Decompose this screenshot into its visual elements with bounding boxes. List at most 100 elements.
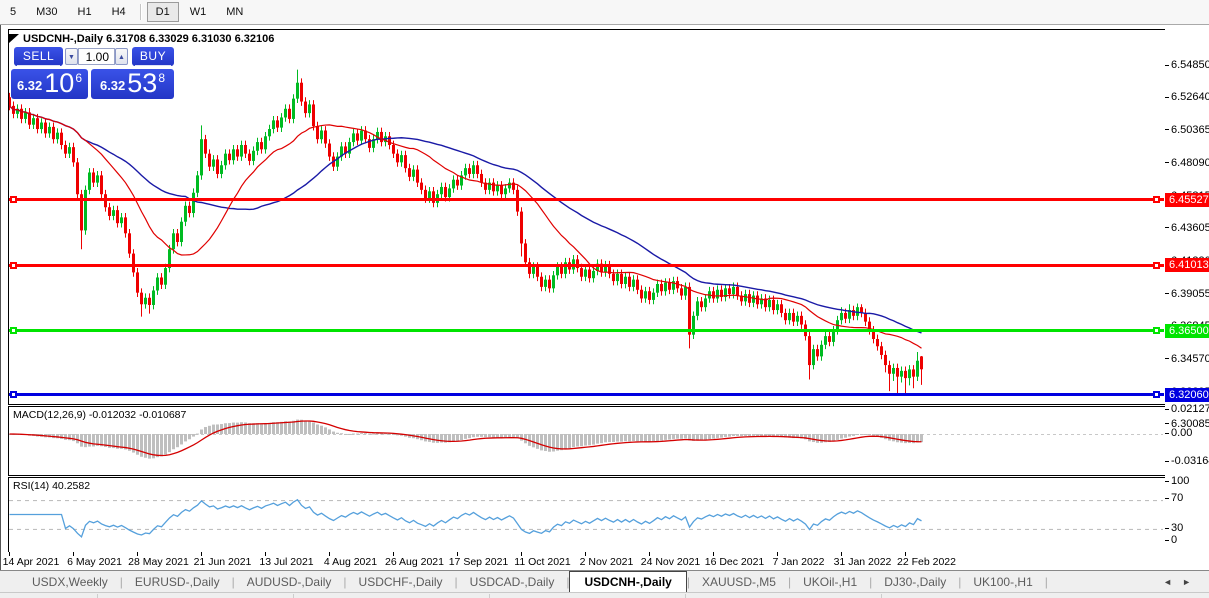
- buy-price-big: 53: [127, 70, 157, 96]
- date-label: 17 Sep 2021: [449, 556, 509, 568]
- date-label: 24 Nov 2021: [641, 556, 701, 568]
- rsi-scale-label: 0: [1171, 534, 1177, 546]
- hline-right-marker[interactable]: [1153, 327, 1160, 334]
- rsi-scale-label: 100: [1171, 475, 1189, 487]
- timeframe-button-m30[interactable]: M30: [27, 2, 66, 22]
- timeframe-button-d1[interactable]: D1: [147, 2, 179, 22]
- hline-right-marker[interactable]: [1153, 391, 1160, 398]
- date-label: 4 Aug 2021: [324, 556, 377, 568]
- date-label: 7 Jan 2022: [773, 556, 825, 568]
- price-tick-label: 6.50365: [1171, 124, 1209, 136]
- price-tick-dash: [1165, 97, 1169, 98]
- hline-right-marker[interactable]: [1153, 196, 1160, 203]
- macd-scale-label: 0.00: [1171, 427, 1192, 439]
- date-label: 16 Dec 2021: [705, 556, 765, 568]
- price-tick-label: 6.39055: [1171, 288, 1209, 300]
- macd-scale-label: -0.031644: [1171, 455, 1209, 467]
- price-tick-dash: [1165, 162, 1169, 163]
- hline-left-marker[interactable]: [10, 327, 17, 334]
- timeframe-toolbar: 5M30H1H4 D1W1MN: [0, 0, 1209, 25]
- price-badge-6.45527: 6.45527: [1165, 193, 1209, 207]
- horizontal-line-6.41013[interactable]: [9, 264, 1164, 267]
- status-bar: [0, 592, 1209, 598]
- chart-tab-usdcad-daily[interactable]: USDCAD-,Daily: [458, 572, 567, 592]
- date-label: 14 Apr 2021: [3, 556, 60, 568]
- sell-price-prefix: 6.32: [17, 76, 42, 96]
- tab-separator: |: [1045, 575, 1048, 592]
- price-tick-dash: [1165, 423, 1169, 424]
- sell-button[interactable]: SELL: [14, 47, 63, 66]
- macd-tick-dash: [1165, 433, 1169, 434]
- date-label: 22 Feb 2022: [897, 556, 956, 568]
- timeframe-button-h1[interactable]: H1: [69, 2, 101, 22]
- volume-increase-button[interactable]: ▲: [115, 48, 128, 65]
- price-tick-dash: [1165, 65, 1169, 66]
- candlestick-chart[interactable]: [9, 30, 1163, 402]
- date-label: 21 Jun 2021: [194, 556, 252, 568]
- horizontal-line-6.36500[interactable]: [9, 329, 1164, 332]
- rsi-scale-label: 30: [1171, 522, 1183, 534]
- timeframe-button-h4[interactable]: H4: [103, 2, 135, 22]
- buy-button[interactable]: BUY: [132, 47, 174, 66]
- price-badge-6.41013: 6.41013: [1165, 258, 1209, 272]
- chart-tab-eurusd-daily[interactable]: EURUSD-,Daily: [123, 572, 232, 592]
- rsi-scale-label: 70: [1171, 492, 1183, 504]
- timeframe-button-mn[interactable]: MN: [217, 2, 252, 22]
- horizontal-line-6.45527[interactable]: [9, 198, 1164, 201]
- mt4-terminal: 5M30H1H4 D1W1MN MACD(12,26,9) -0.012032 -…: [0, 0, 1209, 598]
- chart-tab-usdx-weekly[interactable]: USDX,Weekly: [20, 572, 120, 592]
- chart-tab-usdcnh-daily[interactable]: USDCNH-,Daily: [569, 571, 686, 592]
- sell-price-sup: 6: [75, 72, 82, 84]
- hline-left-marker[interactable]: [10, 391, 17, 398]
- chart-window: MACD(12,26,9) -0.012032 -0.010687 RSI(14…: [0, 25, 1209, 570]
- chart-tab-xauusd-m5[interactable]: XAUUSD-,M5: [690, 572, 788, 592]
- status-separator: [97, 594, 98, 598]
- status-separator: [881, 594, 882, 598]
- date-label: 2 Nov 2021: [580, 556, 634, 568]
- price-tick-label: 6.52640: [1171, 91, 1209, 103]
- hline-left-marker[interactable]: [10, 262, 17, 269]
- macd-scale-label: 0.021276: [1171, 403, 1209, 415]
- date-label: 6 May 2021: [67, 556, 122, 568]
- toolbar-separator: [140, 4, 142, 20]
- chart-title: USDCNH-,Daily 6.31708 6.33029 6.31030 6.…: [23, 33, 274, 45]
- macd-tick-dash: [1165, 461, 1169, 462]
- price-badge-6.32060: 6.32060: [1165, 388, 1209, 402]
- buy-price-prefix: 6.32: [100, 76, 125, 96]
- chart-tab-ukoil-h1[interactable]: UKOil-,H1: [791, 572, 869, 592]
- sell-underline: [17, 65, 60, 66]
- macd-label: MACD(12,26,9) -0.012032 -0.010687: [13, 409, 186, 421]
- chart-tab-uk100-h1[interactable]: UK100-,H1: [961, 572, 1044, 592]
- buy-price-button[interactable]: 6.32538: [91, 69, 174, 99]
- horizontal-line-6.32060[interactable]: [9, 393, 1164, 396]
- status-separator: [685, 594, 686, 598]
- price-tick-label: 6.43605: [1171, 222, 1209, 234]
- price-tick-dash: [1165, 129, 1169, 130]
- sell-price-button[interactable]: 6.32106: [11, 69, 88, 99]
- date-axis[interactable]: 14 Apr 20216 May 202128 May 202121 Jun 2…: [1, 552, 1165, 570]
- one-click-trading-panel: SELL ▼ 1.00 ▲ BUY 6.32106 6.32538: [10, 44, 178, 102]
- chart-tab-dj30-daily[interactable]: DJ30-,Daily: [872, 572, 958, 592]
- price-tick-dash: [1165, 293, 1169, 294]
- rsi-label: RSI(14) 40.2582: [13, 480, 90, 492]
- volume-input[interactable]: 1.00: [78, 48, 115, 65]
- date-label: 31 Jan 2022: [834, 556, 892, 568]
- volume-decrease-button[interactable]: ▼: [65, 48, 78, 65]
- rsi-panel: RSI(14) 40.2582: [8, 477, 1166, 553]
- chart-tab-bar: USDX,Weekly|EURUSD-,Daily|AUDUSD-,Daily|…: [0, 570, 1209, 592]
- main-chart-panel: [8, 29, 1166, 405]
- price-tick-label: 6.34570: [1171, 353, 1209, 365]
- macd-panel: MACD(12,26,9) -0.012032 -0.010687: [8, 406, 1166, 476]
- price-axis[interactable]: 6.548506.526406.503656.480906.458156.436…: [1165, 25, 1209, 570]
- chart-tab-usdchf-daily[interactable]: USDCHF-,Daily: [347, 572, 455, 592]
- timeframe-button-w1[interactable]: W1: [181, 2, 216, 22]
- tab-scroll-arrows[interactable]: ◄►: [1163, 577, 1201, 587]
- rsi-tick-dash: [1165, 498, 1169, 499]
- chart-arrow-icon: [9, 34, 19, 43]
- timeframe-button-5[interactable]: 5: [1, 2, 25, 22]
- price-tick-label: 6.48090: [1171, 157, 1209, 169]
- rsi-chart[interactable]: [9, 478, 1163, 550]
- chart-tab-audusd-daily[interactable]: AUDUSD-,Daily: [235, 572, 344, 592]
- hline-right-marker[interactable]: [1153, 262, 1160, 269]
- hline-left-marker[interactable]: [10, 196, 17, 203]
